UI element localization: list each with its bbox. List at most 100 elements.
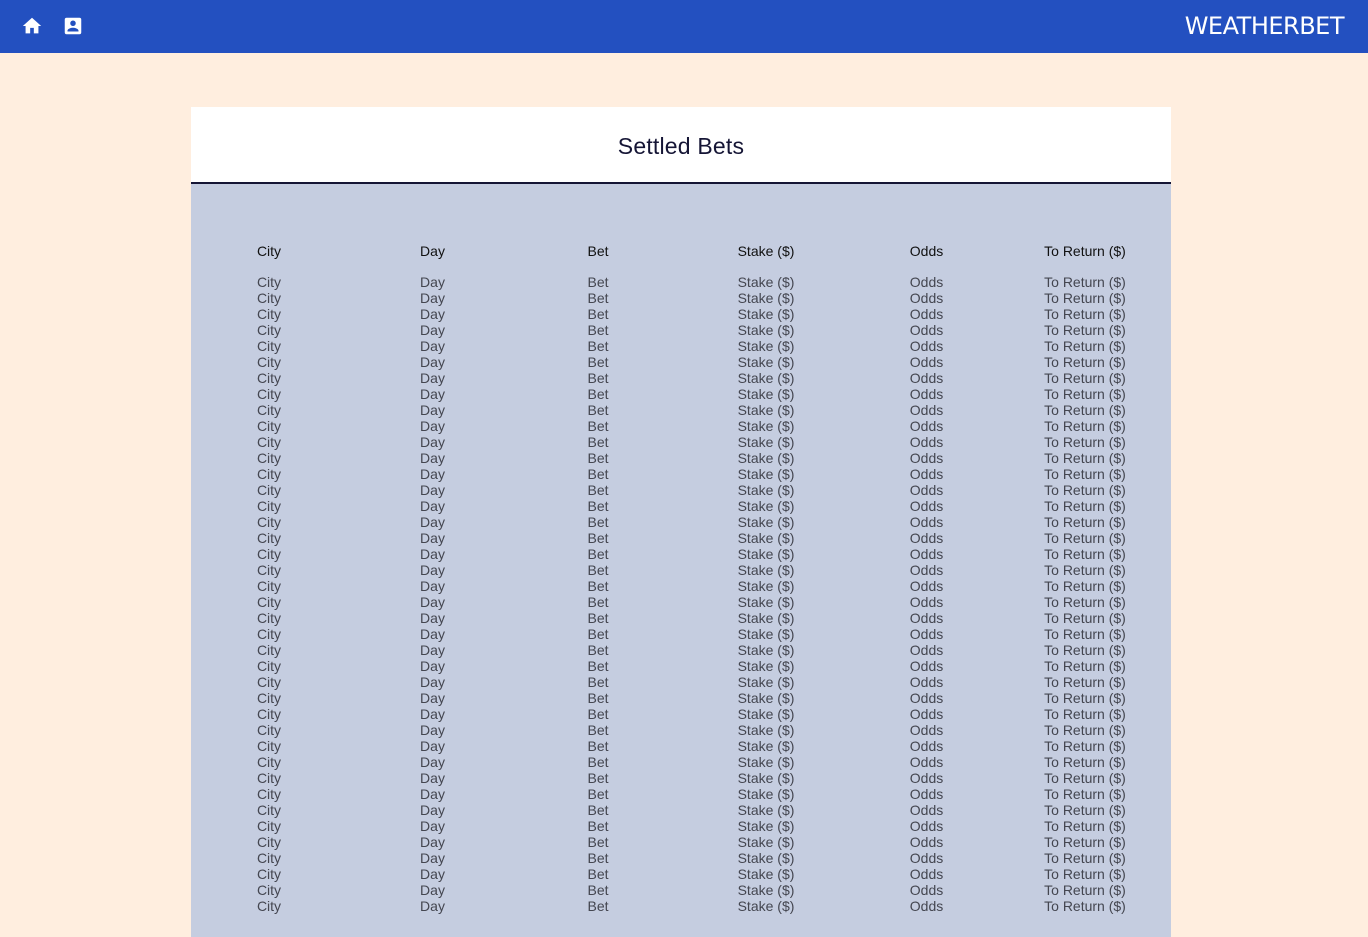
cell-bet: Bet xyxy=(587,370,609,386)
cell-to-return: To Return ($) xyxy=(1044,482,1126,498)
column-header-to-return: To Return ($) xyxy=(1044,243,1126,259)
contact-card-icon[interactable] xyxy=(62,15,84,37)
table-row: City Day Bet Stake ($) Odds To Return ($) xyxy=(191,850,1171,866)
cell-city: City xyxy=(256,850,282,866)
table-row: City Day Bet Stake ($) Odds To Return ($) xyxy=(191,354,1171,370)
cell-city: City xyxy=(256,418,282,434)
cell-odds: Odds xyxy=(909,850,944,866)
cell-bet: Bet xyxy=(587,850,609,866)
cell-to-return: To Return ($) xyxy=(1044,338,1126,354)
cell-to-return: To Return ($) xyxy=(1044,530,1126,546)
cell-city: City xyxy=(256,338,282,354)
cell-day: Day xyxy=(420,562,445,578)
cell-city: City xyxy=(256,834,282,850)
cell-bet: Bet xyxy=(587,626,609,642)
table-row: City Day Bet Stake ($) Odds To Return ($) xyxy=(191,274,1171,290)
cell-to-return: To Return ($) xyxy=(1044,546,1126,562)
cell-bet: Bet xyxy=(587,802,609,818)
table-row: City Day Bet Stake ($) Odds To Return ($) xyxy=(191,722,1171,738)
cell-stake: Stake ($) xyxy=(737,450,795,466)
cell-stake: Stake ($) xyxy=(737,418,795,434)
cell-stake: Stake ($) xyxy=(737,322,795,338)
cell-day: Day xyxy=(420,306,445,322)
cell-city: City xyxy=(256,386,282,402)
cell-stake: Stake ($) xyxy=(737,770,795,786)
cell-day: Day xyxy=(420,578,445,594)
cell-stake: Stake ($) xyxy=(737,674,795,690)
cell-day: Day xyxy=(420,466,445,482)
cell-city: City xyxy=(256,690,282,706)
cell-day: Day xyxy=(420,322,445,338)
cell-day: Day xyxy=(420,850,445,866)
table-row: City Day Bet Stake ($) Odds To Return ($) xyxy=(191,530,1171,546)
cell-odds: Odds xyxy=(909,626,944,642)
cell-odds: Odds xyxy=(909,562,944,578)
cell-bet: Bet xyxy=(587,530,609,546)
cell-stake: Stake ($) xyxy=(737,834,795,850)
cell-city: City xyxy=(256,434,282,450)
cell-city: City xyxy=(256,482,282,498)
cell-city: City xyxy=(256,274,282,290)
cell-city: City xyxy=(256,466,282,482)
cell-odds: Odds xyxy=(909,370,944,386)
cell-to-return: To Return ($) xyxy=(1044,418,1126,434)
cell-city: City xyxy=(256,354,282,370)
table-row: City Day Bet Stake ($) Odds To Return ($) xyxy=(191,370,1171,386)
cell-odds: Odds xyxy=(909,274,944,290)
table-row: City Day Bet Stake ($) Odds To Return ($) xyxy=(191,706,1171,722)
brand-logo[interactable]: WEATHERBET xyxy=(1185,10,1345,42)
cell-city: City xyxy=(256,514,282,530)
cell-bet: Bet xyxy=(587,882,609,898)
cell-bet: Bet xyxy=(587,786,609,802)
cell-stake: Stake ($) xyxy=(737,434,795,450)
table-row: City Day Bet Stake ($) Odds To Return ($) xyxy=(191,402,1171,418)
table-row: City Day Bet Stake ($) Odds To Return ($) xyxy=(191,882,1171,898)
cell-to-return: To Return ($) xyxy=(1044,434,1126,450)
cell-bet: Bet xyxy=(587,754,609,770)
cell-stake: Stake ($) xyxy=(737,402,795,418)
cell-day: Day xyxy=(420,674,445,690)
cell-day: Day xyxy=(420,754,445,770)
cell-stake: Stake ($) xyxy=(737,530,795,546)
cell-day: Day xyxy=(420,546,445,562)
column-header-bet: Bet xyxy=(587,243,609,259)
cell-odds: Odds xyxy=(909,882,944,898)
cell-stake: Stake ($) xyxy=(737,306,795,322)
cell-to-return: To Return ($) xyxy=(1044,834,1126,850)
cell-day: Day xyxy=(420,738,445,754)
cell-odds: Odds xyxy=(909,290,944,306)
table-row: City Day Bet Stake ($) Odds To Return ($) xyxy=(191,674,1171,690)
cell-bet: Bet xyxy=(587,338,609,354)
cell-city: City xyxy=(256,562,282,578)
cell-bet: Bet xyxy=(587,738,609,754)
cell-to-return: To Return ($) xyxy=(1044,626,1126,642)
cell-to-return: To Return ($) xyxy=(1044,466,1126,482)
cell-stake: Stake ($) xyxy=(737,690,795,706)
cell-bet: Bet xyxy=(587,610,609,626)
cell-to-return: To Return ($) xyxy=(1044,594,1126,610)
cell-city: City xyxy=(256,402,282,418)
cell-odds: Odds xyxy=(909,578,944,594)
cell-bet: Bet xyxy=(587,482,609,498)
cell-to-return: To Return ($) xyxy=(1044,514,1126,530)
cell-day: Day xyxy=(420,482,445,498)
table-row: City Day Bet Stake ($) Odds To Return ($) xyxy=(191,754,1171,770)
cell-odds: Odds xyxy=(909,546,944,562)
cell-odds: Odds xyxy=(909,322,944,338)
table-row: City Day Bet Stake ($) Odds To Return ($) xyxy=(191,434,1171,450)
cell-bet: Bet xyxy=(587,514,609,530)
cell-bet: Bet xyxy=(587,690,609,706)
table-row: City Day Bet Stake ($) Odds To Return ($) xyxy=(191,482,1171,498)
table-row: City Day Bet Stake ($) Odds To Return ($) xyxy=(191,498,1171,514)
column-header-day: Day xyxy=(420,243,445,259)
cell-stake: Stake ($) xyxy=(737,514,795,530)
cell-to-return: To Return ($) xyxy=(1044,306,1126,322)
cell-day: Day xyxy=(420,514,445,530)
cell-stake: Stake ($) xyxy=(737,466,795,482)
cell-city: City xyxy=(256,450,282,466)
cell-bet: Bet xyxy=(587,434,609,450)
cell-to-return: To Return ($) xyxy=(1044,642,1126,658)
cell-to-return: To Return ($) xyxy=(1044,354,1126,370)
home-icon[interactable] xyxy=(21,15,43,37)
cell-bet: Bet xyxy=(587,658,609,674)
